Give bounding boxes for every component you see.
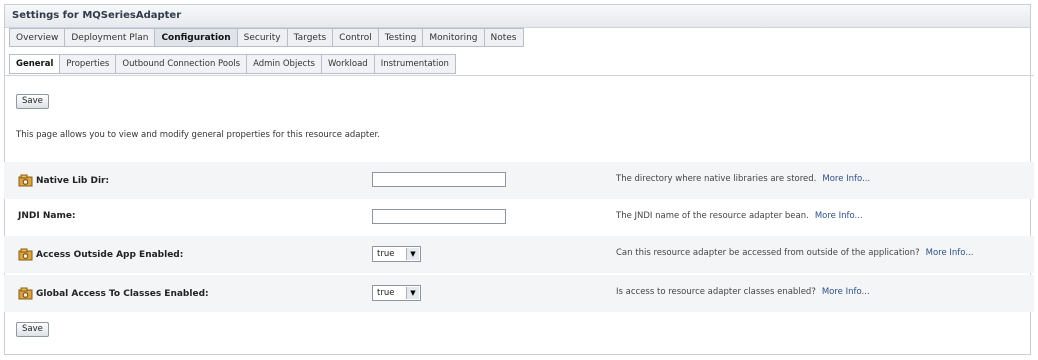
save-button-top[interactable]: Save (16, 94, 49, 109)
subtab-admin-objects[interactable]: Admin Objects (246, 54, 321, 74)
field-label: Global Access To Classes Enabled: (36, 288, 209, 299)
more-info-link[interactable]: More Info... (815, 211, 863, 221)
tab-security[interactable]: Security (236, 28, 287, 47)
field-label: JNDI Name: (18, 211, 76, 221)
config-icon (18, 287, 33, 300)
select-value: true (377, 249, 395, 259)
tab-notes[interactable]: Notes (483, 28, 524, 47)
main-tabs: Overview Deployment Plan Configuration S… (9, 28, 524, 47)
global-access-classes-select[interactable]: true ▼ (372, 285, 421, 301)
help-text: Can this resource adapter be accessed fr… (616, 248, 920, 258)
field-label: Access Outside App Enabled: (36, 249, 184, 260)
tab-overview[interactable]: Overview (9, 28, 65, 47)
help-text: The directory where native libraries are… (616, 174, 817, 184)
tab-divider (4, 75, 1034, 76)
save-button-bottom[interactable]: Save (16, 322, 49, 337)
config-icon (18, 248, 33, 261)
subtab-instrumentation[interactable]: Instrumentation (373, 54, 456, 74)
row-native-lib-dir: Native Lib Dir: The directory where nati… (4, 162, 1034, 199)
access-outside-app-select[interactable]: true ▼ (372, 246, 421, 262)
subtab-outbound-connection-pools[interactable]: Outbound Connection Pools (115, 54, 247, 74)
config-icon (18, 174, 33, 187)
tab-targets[interactable]: Targets (286, 28, 333, 47)
row-access-outside-app: Access Outside App Enabled: true ▼ Can t… (4, 236, 1034, 273)
jndi-name-input[interactable] (372, 209, 506, 224)
select-value: true (377, 288, 395, 298)
row-global-access-classes: Global Access To Classes Enabled: true ▼… (4, 275, 1034, 312)
more-info-link[interactable]: More Info... (822, 174, 870, 184)
page-description: This page allows you to view and modify … (16, 130, 380, 140)
help-text: The JNDI name of the resource adapter be… (616, 211, 809, 221)
tab-configuration[interactable]: Configuration (154, 28, 237, 47)
subtab-general[interactable]: General (9, 54, 60, 74)
more-info-link[interactable]: More Info... (822, 287, 870, 297)
tab-monitoring[interactable]: Monitoring (422, 28, 484, 47)
more-info-link[interactable]: More Info... (926, 248, 974, 258)
chevron-down-icon[interactable]: ▼ (406, 287, 419, 299)
page-title: Settings for MQSeriesAdapter (5, 5, 1030, 28)
sub-tabs: General Properties Outbound Connection P… (9, 54, 456, 74)
field-label: Native Lib Dir: (36, 175, 110, 186)
help-text: Is access to resource adapter classes en… (616, 287, 816, 297)
tab-testing[interactable]: Testing (377, 28, 423, 47)
native-lib-dir-input[interactable] (372, 172, 506, 187)
tab-control[interactable]: Control (332, 28, 378, 47)
subtab-properties[interactable]: Properties (59, 54, 116, 74)
chevron-down-icon[interactable]: ▼ (406, 248, 419, 260)
subtab-workload[interactable]: Workload (320, 54, 374, 74)
row-jndi-name: JNDI Name: The JNDI name of the resource… (4, 199, 1034, 236)
tab-deployment-plan[interactable]: Deployment Plan (64, 28, 155, 47)
